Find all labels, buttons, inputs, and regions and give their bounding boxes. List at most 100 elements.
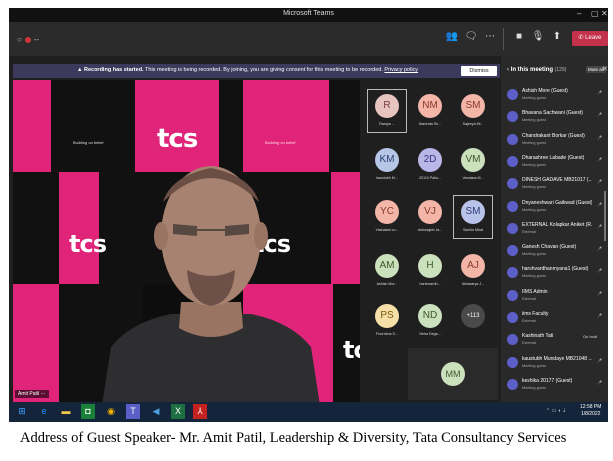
- camera-icon[interactable]: ■: [512, 30, 526, 44]
- panel-scrollbar[interactable]: [604, 191, 606, 241]
- participant-list-name: IIMS Admin: [522, 288, 548, 295]
- participant-tile[interactable]: +113: [454, 300, 492, 342]
- participant-tile[interactable]: PS Poornima S...: [368, 300, 406, 342]
- teams-window: Microsoft Teams – ▢ ✕ ○ -- 👥 🗨 ⋯ ■ 🎙 ⬆ ✆ …: [9, 8, 608, 422]
- participant-list-role: Meeting guest: [522, 363, 546, 368]
- chevron-left-icon[interactable]: ‹: [507, 67, 509, 73]
- participant-list-item[interactable]: EXTERNAL Kolapkar Aniket (R... External 🎤: [505, 220, 605, 242]
- participant-tile[interactable]: SM Sajeeya Mi...: [454, 90, 492, 132]
- participant-tile[interactable]: YC Yashaswi co...: [368, 196, 406, 238]
- participant-list-avatar: [507, 289, 518, 301]
- self-avatar: MM: [441, 362, 465, 386]
- participant-avatar: R: [375, 94, 399, 118]
- participant-list-role: External: [522, 296, 536, 301]
- panel-header: ‹ In this meeting (129): [507, 67, 566, 73]
- participant-list-role: Meeting guest: [522, 385, 546, 390]
- mic-icon[interactable]: 🎙: [531, 30, 545, 44]
- people-icon[interactable]: 👥: [445, 30, 459, 44]
- participant-list-item[interactable]: keshika 20177 (Guest) Meeting guest 🎤: [505, 376, 605, 398]
- more-icon[interactable]: ⋯: [483, 30, 497, 44]
- muted-mic-icon: 🎤: [597, 313, 602, 318]
- windows-taskbar: ⊞ e ▬ ◘ ◉ T ◀ X ⅄ ⌃ ▭ ◖ ⇣ 12:58 PM 1/8/2…: [9, 402, 608, 422]
- dismiss-button[interactable]: Dismiss: [461, 66, 497, 76]
- participant-avatar: H: [418, 254, 442, 278]
- chrome-icon[interactable]: ◉: [104, 404, 118, 419]
- participant-list-name: Dnyaneshwari Gaikwad (Guest): [522, 199, 592, 206]
- participant-list-item[interactable]: Chandrakant Borkar (Guest) Meeting guest 🎤: [505, 131, 605, 153]
- participant-tile-name: harshvardh...: [419, 282, 441, 286]
- participant-tile[interactable]: Hharshvardh...: [411, 250, 449, 292]
- participant-list-item[interactable]: Ashish More (Guest) Meeting guest 🎤: [505, 86, 605, 108]
- participant-avatar: YC: [375, 200, 399, 224]
- recording-message: ▲ Recording has started. This meeting is…: [77, 67, 418, 73]
- participant-tile[interactable]: VM Vandana M...: [454, 144, 492, 186]
- edge-icon[interactable]: e: [37, 404, 51, 419]
- participants-panel: ‹ In this meeting (129) Mute all ✕ Ashis…: [501, 56, 608, 408]
- participant-list-avatar: [507, 356, 518, 368]
- participant-list-item[interactable]: Ganesh Chavan (Guest) Meeting guest 🎤: [505, 242, 605, 264]
- participant-list-item[interactable]: harshvardhanmyana1 (Guest) Meeting guest 🎤: [505, 264, 605, 286]
- participant-tile[interactable]: SM Sachin Mhat: [453, 195, 493, 239]
- backdrop-slogan-1: Building on belief: [73, 140, 104, 145]
- participant-list-item[interactable]: kaustubh Mundaye MB21048 ... Meeting gues…: [505, 354, 605, 376]
- speaker-name-text: Amit Patil: [18, 391, 40, 397]
- participant-list-item[interactable]: Dharashree Labade (Guest) Meeting guest 🎤: [505, 153, 605, 175]
- participant-tile-name: Poornima S...: [376, 332, 398, 336]
- excel-icon[interactable]: X: [171, 404, 185, 419]
- participant-list-item[interactable]: DINESH GADAVE MB21017 (... Meeting guest 🎤: [505, 175, 605, 197]
- participant-avatar: AJ: [461, 254, 485, 278]
- participant-avatar: VM: [461, 148, 485, 172]
- maximize-icon[interactable]: ▢: [591, 9, 599, 18]
- participant-list-avatar: [507, 378, 518, 390]
- participant-tile-name: Yashaswi co...: [375, 228, 399, 232]
- participant-tile[interactable]: AM Ashish Mor...: [368, 250, 406, 292]
- minimize-icon[interactable]: –: [577, 9, 581, 18]
- taskbar-clock[interactable]: 12:58 PM 1/8/2022: [580, 404, 601, 418]
- telegram-icon[interactable]: ◀: [149, 404, 163, 419]
- participant-list-item[interactable]: Kashinath Tati External On hold: [505, 331, 605, 353]
- speaker-video[interactable]: Building on belief Building on belief tc…: [13, 80, 360, 402]
- participant-tile-name: Neha Dega...: [419, 332, 441, 336]
- clock-time: 12:58 PM: [580, 404, 602, 410]
- participant-list-item[interactable]: Bhavana Sachwani (Guest) Meeting guest 🎤: [505, 108, 605, 130]
- muted-mic-icon: 🎤: [597, 223, 602, 229]
- acrobat-icon[interactable]: ⅄: [193, 404, 207, 419]
- participant-list-item[interactable]: IIMS Admin External 🎤: [505, 287, 605, 309]
- self-view[interactable]: MM: [408, 348, 498, 400]
- participant-list-avatar: [507, 245, 518, 257]
- file-explorer-icon[interactable]: ▬: [59, 404, 73, 419]
- participant-tile[interactable]: R Ramya ...: [367, 89, 407, 133]
- participant-list-name: Kashinath Tati: [522, 333, 554, 340]
- shield-icon: ○: [17, 35, 22, 44]
- participant-list-role: Meeting guest: [522, 252, 546, 257]
- leave-button[interactable]: ✆ Leave: [572, 31, 608, 46]
- participant-list-item[interactable]: iims Faculty External 🎤: [505, 309, 605, 331]
- participant-list-name: Chandrakant Borkar (Guest): [522, 132, 585, 139]
- participant-tile[interactable]: NM Namrata Sh...: [411, 90, 449, 132]
- participant-tile-name: 20110 Pallu...: [419, 176, 441, 180]
- participant-tile[interactable]: VJ vishwajeet Ja...: [411, 196, 449, 238]
- participant-tile[interactable]: AJ Aishwarya J...: [454, 250, 492, 292]
- speaker-figure: [102, 166, 320, 402]
- participant-list-avatar: [507, 178, 518, 190]
- participant-list-avatar: [507, 200, 518, 212]
- windows-start-icon[interactable]: ⊞: [15, 404, 29, 419]
- meeting-toolbar: ○ -- 👥 🗨 ⋯ ■ 🎙 ⬆ ✆ Leave: [9, 22, 608, 56]
- participant-list-role: Meeting guest: [522, 118, 546, 123]
- share-icon[interactable]: ⬆: [550, 30, 564, 44]
- participant-avatar: +113: [461, 304, 485, 328]
- app-green-icon[interactable]: ◘: [81, 404, 95, 419]
- participant-tile[interactable]: ND Neha Dega...: [411, 300, 449, 342]
- participant-list-item[interactable]: Dnyaneshwari Gaikwad (Guest) Meeting gues…: [505, 198, 605, 220]
- panel-close-icon[interactable]: ✕: [602, 65, 608, 73]
- toolbar-divider: [503, 28, 504, 50]
- participant-tile[interactable]: KM kaustubh M...: [368, 144, 406, 186]
- participant-tile[interactable]: 2D 20110 Pallu...: [411, 144, 449, 186]
- participant-tile-name: Vandana M...: [462, 176, 484, 180]
- system-tray-icons[interactable]: ⌃ ▭ ◖ ⇣: [546, 408, 566, 414]
- teams-icon[interactable]: T: [126, 404, 140, 419]
- participant-tile-name: Ashish Mor...: [376, 282, 398, 286]
- chat-icon[interactable]: 🗨: [464, 30, 478, 44]
- close-icon[interactable]: ✕: [601, 9, 608, 18]
- privacy-policy-link[interactable]: Privacy policy: [384, 67, 418, 73]
